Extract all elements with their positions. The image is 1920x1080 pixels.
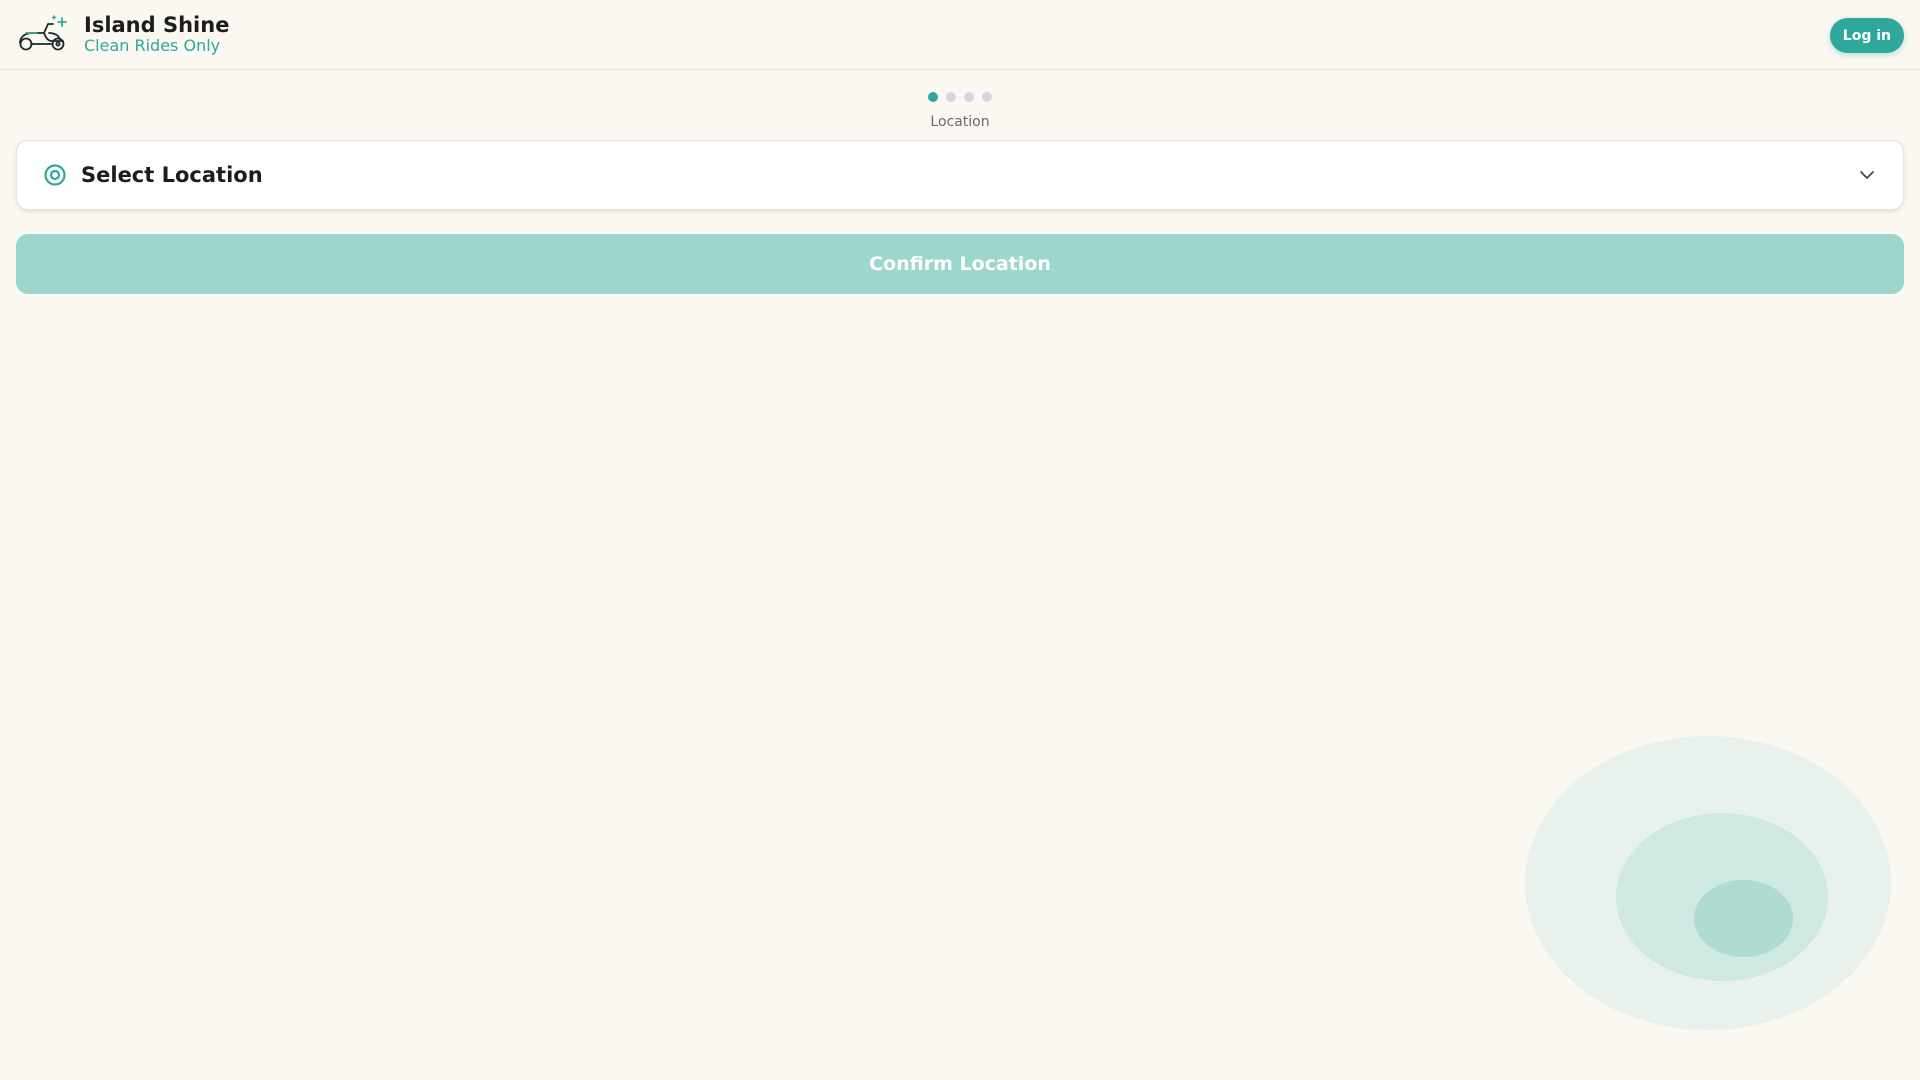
step-dot-3 [964,92,974,102]
step-dot-1 [928,92,938,102]
step-dot-2 [946,92,956,102]
step-dot-4 [982,92,992,102]
app-header: Island Shine Clean Rides Only Log in [0,0,1920,70]
login-button[interactable]: Log in [1829,18,1904,53]
confirm-location-button[interactable]: Confirm Location [16,234,1904,294]
brand-text: Island Shine Clean Rides Only [84,13,229,56]
decorative-circle-inner [1694,880,1793,957]
brand-title: Island Shine [84,12,230,37]
progress-stepper [0,92,1920,102]
step-label: Location [930,114,990,130]
brand-tagline: Clean Rides Only [84,35,221,55]
scooter-sparkle-icon [16,12,70,56]
brand[interactable]: Island Shine Clean Rides Only [16,12,229,56]
location-target-icon [43,163,67,187]
chevron-down-icon[interactable] [1857,165,1877,185]
select-location-dropdown[interactable]: Select Location [16,140,1904,210]
select-location-title: Select Location [81,163,263,187]
